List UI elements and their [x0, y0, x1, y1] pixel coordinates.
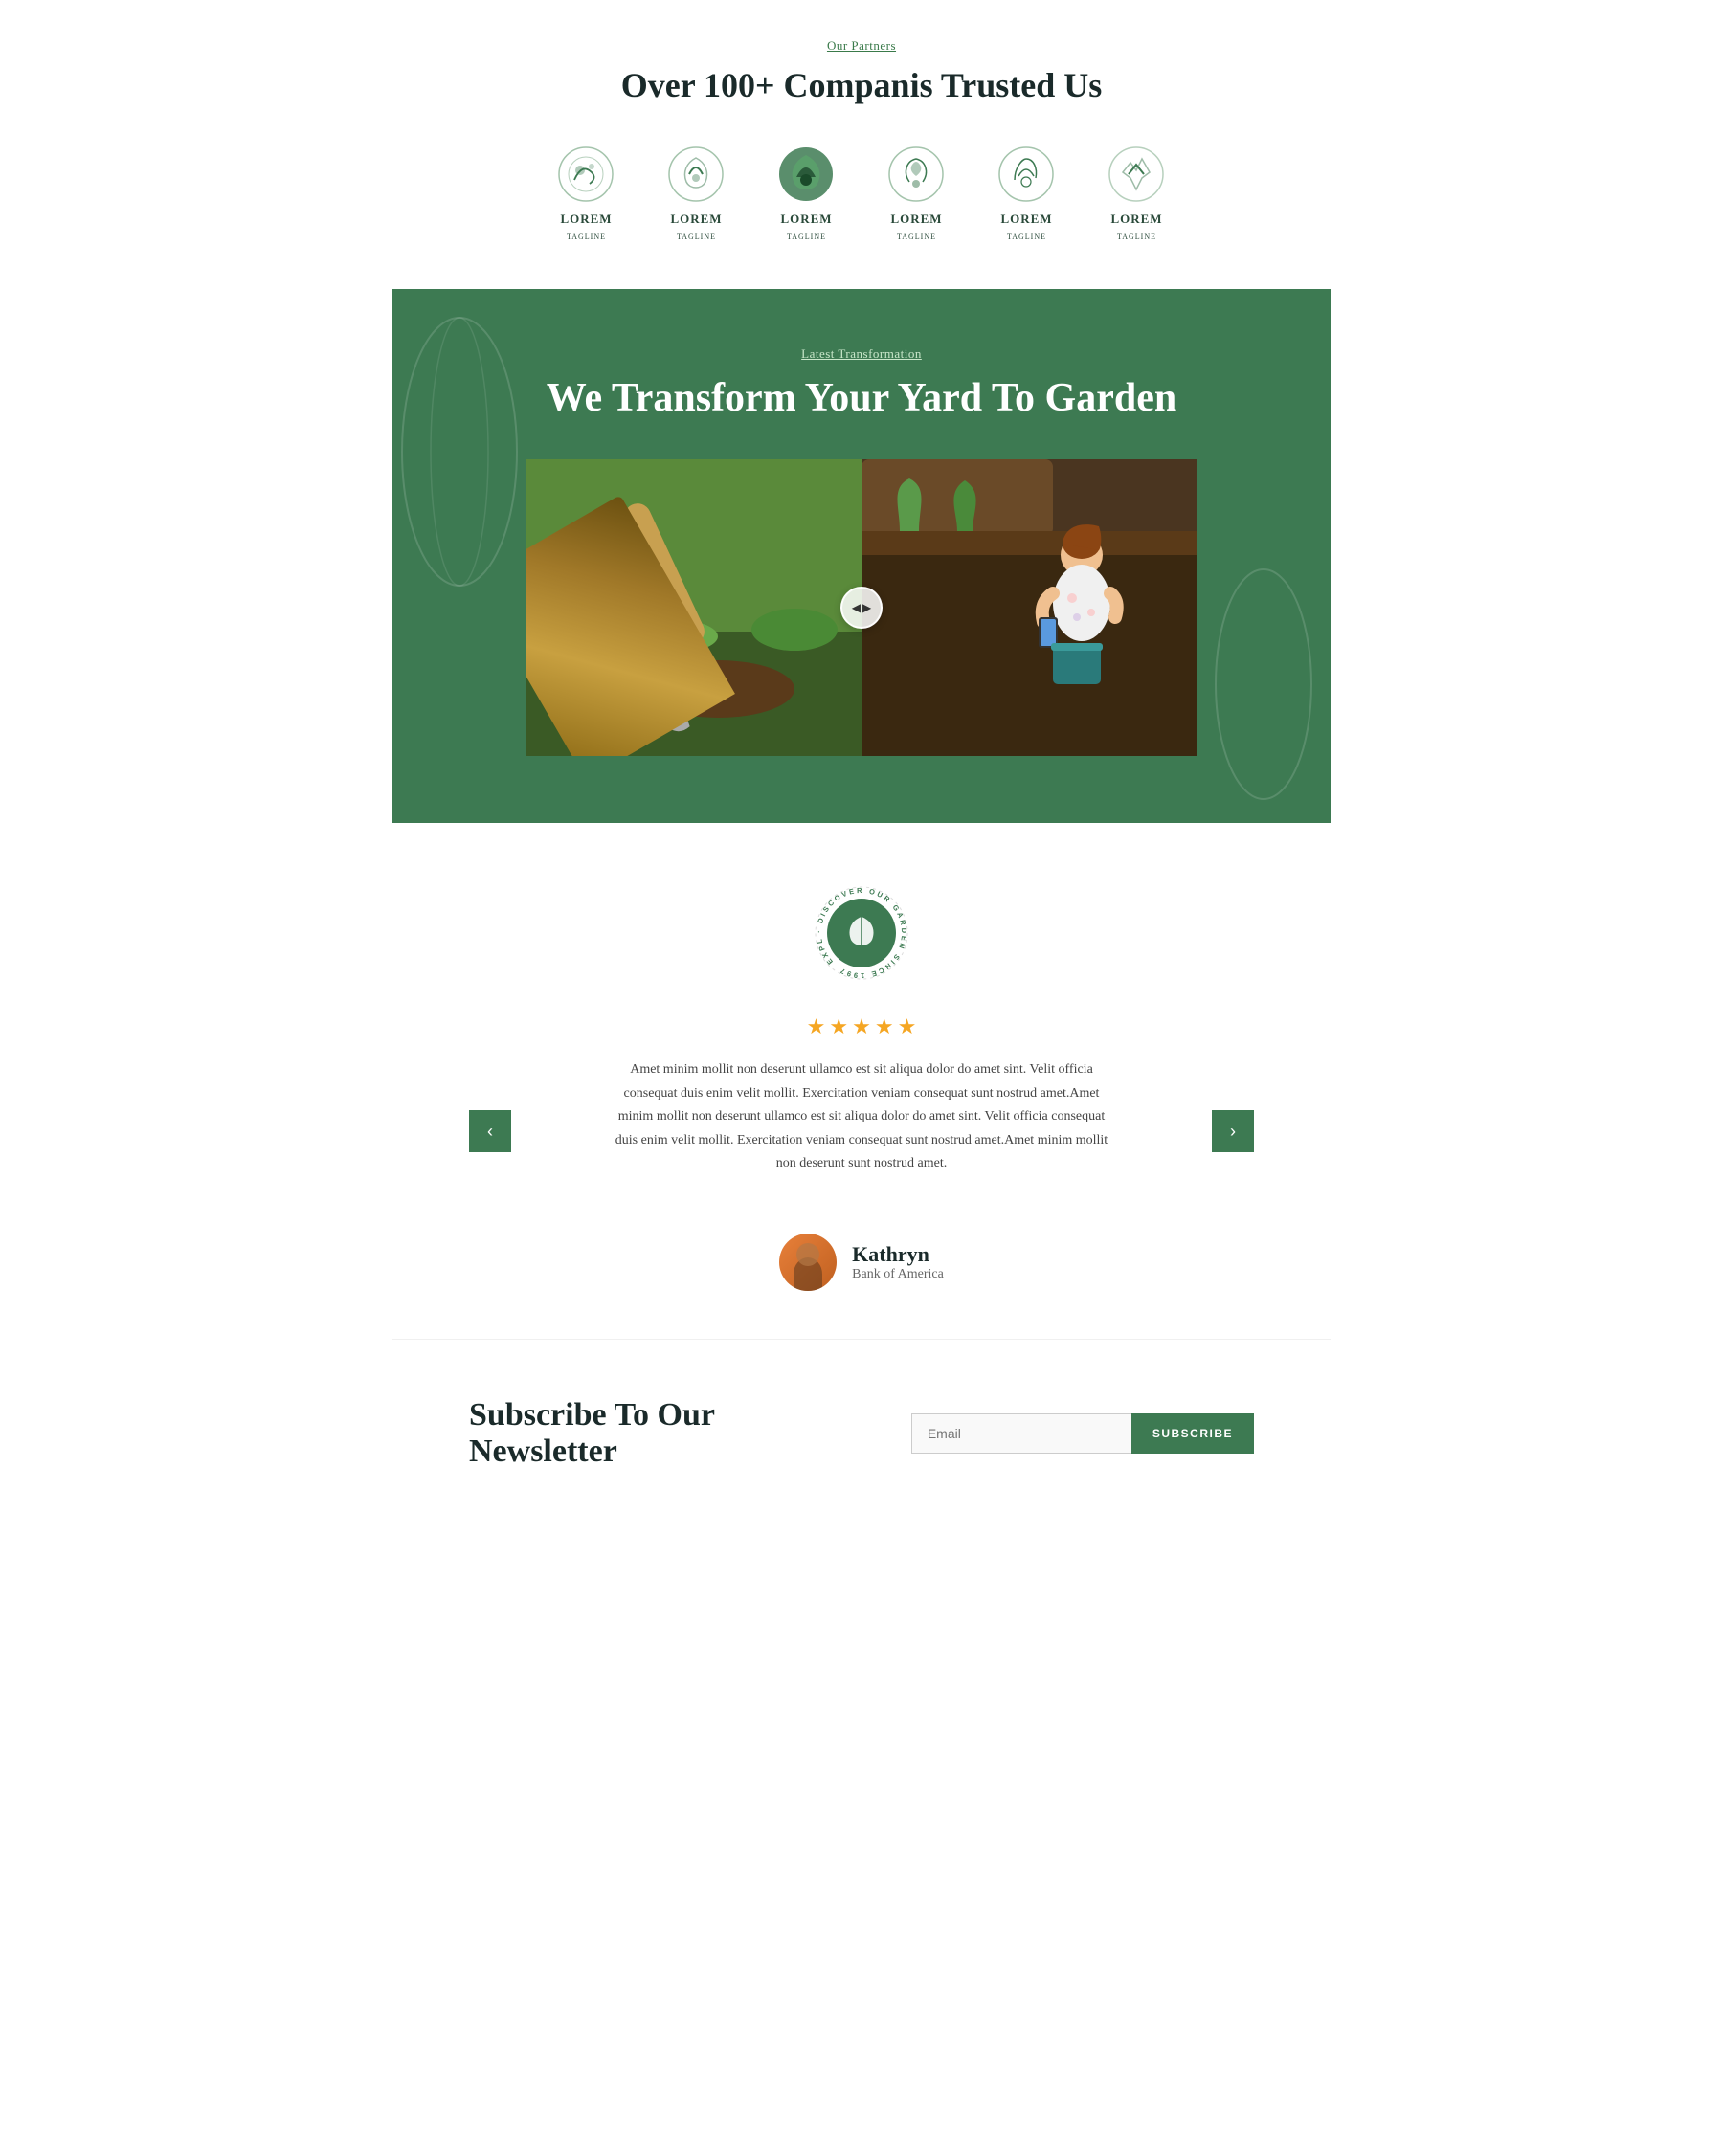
- newsletter-section: Subscribe To Our Newsletter SUBSCRIBE: [392, 1339, 1331, 1546]
- arrow-left: ◀: [852, 601, 861, 614]
- partner-icon-2: [665, 144, 727, 206]
- transformation-title: We Transform Your Yard To Garden: [392, 375, 1331, 421]
- newsletter-title: Subscribe To Our Newsletter: [469, 1397, 756, 1470]
- partner-logo-1: LOREM TAGLINE: [555, 144, 617, 241]
- rating-stars: ★ ★ ★ ★ ★: [469, 1014, 1254, 1039]
- testimonial-text: Amet minim mollit non deserunt ullamco e…: [613, 1058, 1110, 1176]
- partner-name-5: LOREM: [1000, 211, 1052, 227]
- star-1: ★: [807, 1014, 826, 1039]
- star-4: ★: [875, 1014, 894, 1039]
- partner-icon-6: [1106, 144, 1168, 206]
- partner-icon-1: [555, 144, 617, 206]
- partners-logos: LOREM TAGLINE LOREM TAGLINE LOREM TAGL: [450, 144, 1273, 241]
- author-info: Kathryn Bank of America: [852, 1242, 944, 1282]
- circular-badge: · DISCOVER OUR GARDEN SINCE 1997. EXPLOR…: [809, 880, 914, 986]
- star-2: ★: [829, 1014, 848, 1039]
- partner-tagline-4: TAGLINE: [897, 233, 936, 241]
- partner-name-1: LOREM: [560, 211, 612, 227]
- partner-icon-3: [775, 144, 838, 206]
- partner-tagline-3: TAGLINE: [787, 233, 826, 241]
- partner-logo-5: LOREM TAGLINE: [996, 144, 1058, 241]
- partner-tagline-2: TAGLINE: [677, 233, 716, 241]
- partner-logo-2: LOREM TAGLINE: [665, 144, 727, 241]
- partner-logo-6: LOREM TAGLINE: [1106, 144, 1168, 241]
- author-name: Kathryn: [852, 1242, 944, 1267]
- partner-logo-3: LOREM TAGLINE: [775, 144, 838, 241]
- partner-name-3: LOREM: [780, 211, 832, 227]
- testimonial-author: Kathryn Bank of America: [469, 1234, 1254, 1291]
- star-5: ★: [898, 1014, 917, 1039]
- star-3: ★: [852, 1014, 871, 1039]
- partner-tagline-6: TAGLINE: [1117, 233, 1156, 241]
- author-company: Bank of America: [852, 1267, 944, 1282]
- compare-arrows: ◀ ▶: [852, 601, 871, 614]
- partners-section: Our Partners Over 100+ Companis Trusted …: [392, 0, 1331, 289]
- compare-button[interactable]: ◀ ▶: [840, 587, 883, 629]
- testimonial-section: · DISCOVER OUR GARDEN SINCE 1997. EXPLOR…: [392, 823, 1331, 1339]
- partner-logo-4: LOREM TAGLINE: [885, 144, 948, 241]
- transformation-images: ◀ ▶: [526, 459, 1197, 756]
- author-avatar: [779, 1234, 837, 1291]
- arrow-right: ▶: [862, 601, 871, 614]
- badge-svg: · DISCOVER OUR GARDEN SINCE 1997. EXPLOR…: [809, 880, 914, 986]
- partner-name-6: LOREM: [1110, 211, 1162, 227]
- newsletter-subscribe-button[interactable]: SUBSCRIBE: [1131, 1413, 1254, 1454]
- partner-tagline-5: TAGLINE: [1007, 233, 1046, 241]
- newsletter-form: SUBSCRIBE: [911, 1413, 1254, 1454]
- partner-icon-4: [885, 144, 948, 206]
- next-testimonial-button[interactable]: ›: [1212, 1110, 1254, 1152]
- newsletter-email-input[interactable]: [911, 1413, 1131, 1454]
- partner-icon-5: [996, 144, 1058, 206]
- partners-label: Our Partners: [450, 38, 1273, 54]
- transformation-label: Latest Transformation: [392, 346, 1331, 362]
- partner-name-2: LOREM: [670, 211, 722, 227]
- partner-tagline-1: TAGLINE: [567, 233, 606, 241]
- after-image-svg: [862, 459, 1197, 756]
- prev-testimonial-button[interactable]: ‹: [469, 1110, 511, 1152]
- partner-name-4: LOREM: [890, 211, 942, 227]
- transformation-image-before: [526, 459, 862, 756]
- transformation-image-after: [862, 459, 1197, 756]
- testimonial-nav: ‹ Amet minim mollit non deserunt ullamco…: [469, 1058, 1254, 1205]
- partners-title: Over 100+ Companis Trusted Us: [450, 65, 1273, 105]
- before-image-svg: [526, 459, 862, 756]
- transformation-section: Latest Transformation We Transform Your …: [392, 289, 1331, 823]
